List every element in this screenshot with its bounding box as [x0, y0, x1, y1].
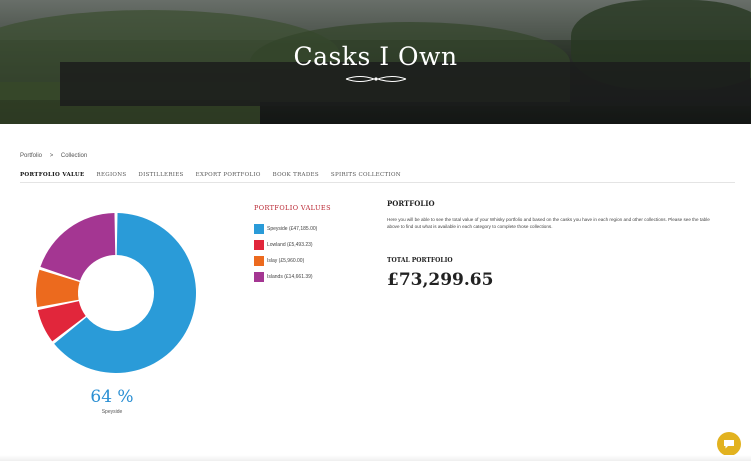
tab-regions[interactable]: REGIONS — [97, 172, 127, 178]
footer-shadow — [0, 455, 751, 461]
legend-label: Islands (£14,661.39) — [267, 274, 313, 280]
breadcrumb-item-portfolio[interactable]: Portfolio — [20, 153, 42, 159]
tab-export-portfolio[interactable]: EXPORT PORTFOLIO — [196, 172, 261, 178]
legend-swatch — [254, 256, 264, 266]
page-title: Casks I Own — [293, 42, 458, 71]
legend-item-speyside[interactable]: Speyside (£47,185.00) — [254, 221, 317, 237]
legend-swatch — [254, 224, 264, 234]
chart-legend: Speyside (£47,185.00) Lowland (£5,493.23… — [254, 221, 317, 285]
portfolio-tabs: PORTFOLIO VALUE REGIONS DISTILLERIES EXP… — [20, 172, 401, 178]
tab-spirits-collection[interactable]: SPIRITS COLLECTION — [331, 172, 401, 178]
flourish-icon — [345, 76, 407, 82]
legend-label: Lowland (£5,493.23) — [267, 242, 313, 248]
tab-portfolio-value[interactable]: PORTFOLIO VALUE — [20, 172, 85, 178]
portfolio-description: Here you will be able to see the total v… — [387, 217, 710, 229]
legend-item-islay[interactable]: Islay (£5,960.00) — [254, 253, 317, 269]
chat-button[interactable] — [717, 432, 741, 456]
legend-title: PORTFOLIO VALUES — [254, 204, 331, 212]
total-portfolio-value: £73,299.65 — [387, 270, 494, 290]
divider — [20, 182, 735, 183]
total-portfolio-label: TOTAL PORTFOLIO — [387, 257, 453, 264]
legend-item-lowland[interactable]: Lowland (£5,493.23) — [254, 237, 317, 253]
portfolio-heading: PORTFOLIO — [387, 199, 435, 208]
chat-icon — [724, 440, 734, 449]
breadcrumb-separator: > — [49, 153, 54, 159]
breadcrumb: Portfolio > Collection — [20, 153, 93, 159]
hero-banner: Casks I Own — [0, 0, 751, 124]
chart-center-percent: 64 % — [90, 387, 134, 407]
donut-slice-islands[interactable] — [40, 213, 116, 281]
legend-label: Islay (£5,960.00) — [267, 258, 305, 264]
tab-distilleries[interactable]: DISTILLERIES — [138, 172, 183, 178]
legend-swatch — [254, 272, 264, 282]
tab-book-trades[interactable]: BOOK TRADES — [273, 172, 319, 178]
portfolio-donut-chart — [35, 213, 196, 373]
legend-label: Speyside (£47,185.00) — [267, 226, 318, 232]
chart-center-label: Speyside — [101, 409, 123, 415]
legend-swatch — [254, 240, 264, 250]
breadcrumb-item-collection: Collection — [60, 153, 88, 159]
legend-item-islands[interactable]: Islands (£14,661.39) — [254, 269, 317, 285]
